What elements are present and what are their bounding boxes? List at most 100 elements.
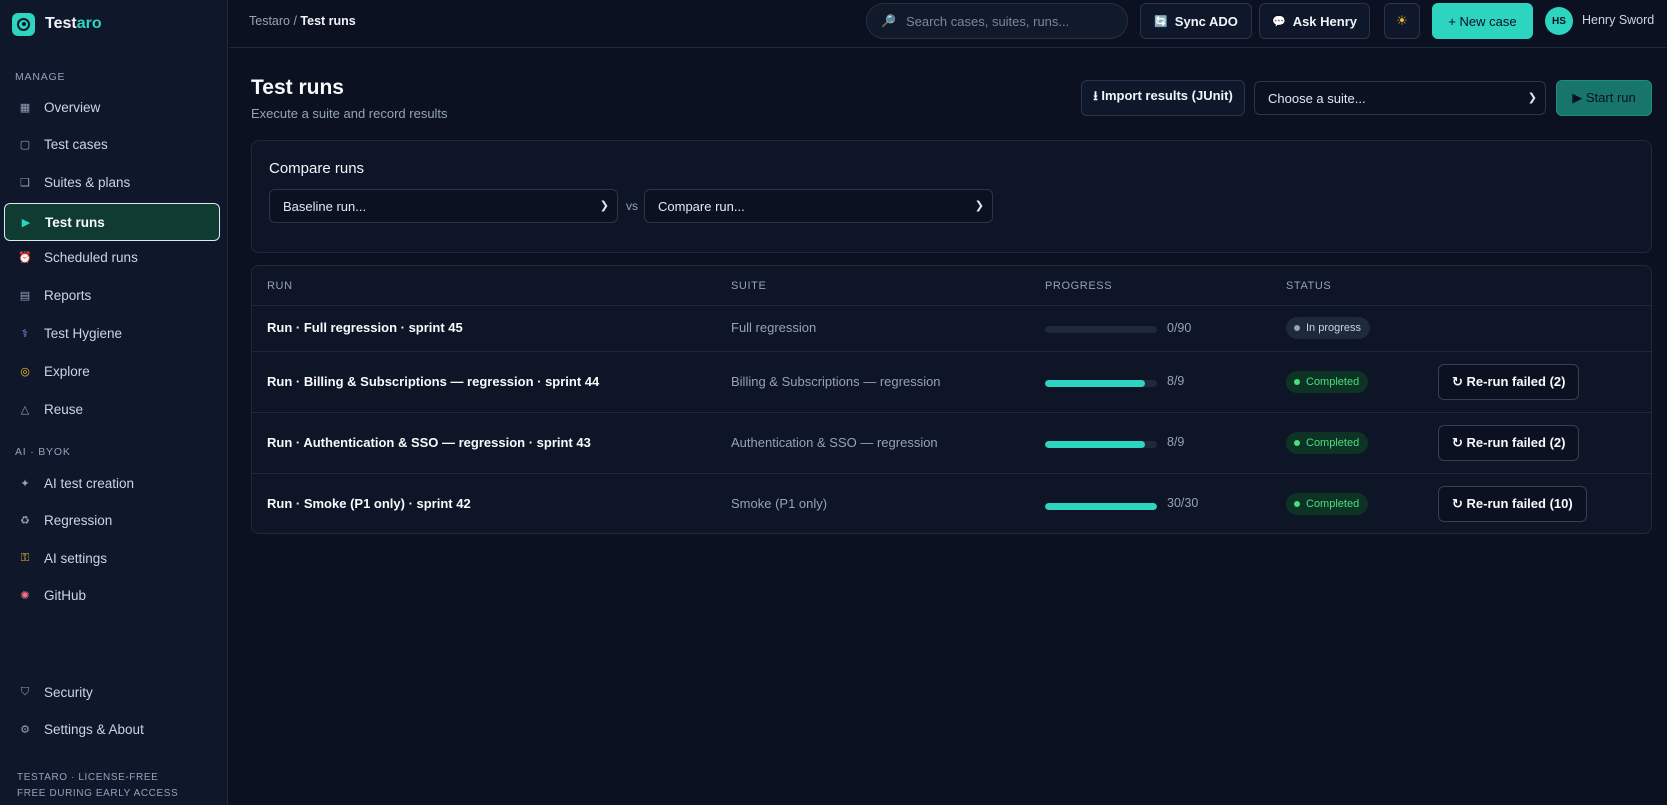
baseline-run-value: Baseline run... [283,198,367,214]
page-title: Test runs [251,76,344,99]
table-row[interactable]: Run · Authentication & SSO — regression … [252,412,1651,473]
sidebar-item-label: GitHub [44,587,87,603]
search-box[interactable]: 🔎 [866,3,1128,39]
progress-count: 8/9 [1167,374,1185,388]
rerun-failed-button[interactable]: ↻ Re-run failed (10) [1438,486,1587,522]
sidebar-item-reports[interactable]: ▤ Reports [4,276,220,314]
table-row[interactable]: Run · Full regression · sprint 45 Full r… [252,305,1651,351]
theme-toggle-button[interactable]: ☀ [1384,3,1420,39]
page-subtitle: Execute a suite and record results [251,106,448,121]
progress-bar [1045,380,1157,387]
sidebar-item-label: Test cases [44,136,108,152]
sidebar-item-test-cases[interactable]: ▢ Test cases [4,125,220,163]
brand-name: Testaro [45,15,102,32]
square-icon: ▢ [19,138,31,151]
import-results-button[interactable]: ⭳ Import results (JUnit) [1081,80,1245,116]
section-label-ai: AI · BYOK [15,446,71,458]
gear-icon: ⚙ [20,723,30,736]
sidebar-item-label: Scheduled runs [44,249,138,265]
user-name[interactable]: Henry Sword [1582,13,1654,27]
table-row[interactable]: Run · Billing & Subscriptions — regressi… [252,351,1651,412]
sidebar-item-label: Reports [44,287,92,303]
stack-icon: ❑ [20,176,30,189]
sidebar-item-label: Settings & About [44,721,144,737]
sidebar-item-label: Explore [44,363,90,379]
sidebar-item-ai-settings[interactable]: ⚿ AI settings [4,539,220,577]
sidebar-item-test-runs[interactable]: ▶ Test runs [4,203,220,241]
brand[interactable]: Testaro [12,12,102,36]
sidebar: Testaro MANAGE ▦ Overview ▢ Test cases ❑ Su… [0,0,228,805]
sync-ado-label: Sync ADO [1174,13,1238,29]
status-dot-icon [1294,501,1300,507]
sync-ado-button[interactable]: 🔄 Sync ADO [1140,3,1252,39]
play-icon: ▶ [21,216,31,229]
runs-table: RUN SUITE PROGRESS STATUS Run · Full reg… [251,265,1652,534]
compare-run-select[interactable]: Compare run... ❯ [644,189,993,223]
sidebar-item-security[interactable]: ⛉ Security [4,673,220,711]
run-name[interactable]: Run · Authentication & SSO — regression … [267,435,591,450]
sidebar-item-github[interactable]: ✺ GitHub [4,576,220,614]
chevron-down-icon: ❯ [1527,92,1537,104]
status-dot-icon [1294,379,1300,385]
chevron-down-icon: ❯ [974,200,984,212]
ask-henry-label: Ask Henry [1292,13,1357,29]
column-header-suite: SUITE [731,280,767,292]
start-run-button[interactable]: ▶ Start run [1556,80,1652,116]
footer-early-access: FREE DURING EARLY ACCESS [17,788,179,799]
run-name[interactable]: Run · Billing & Subscriptions — regressi… [267,374,599,389]
sidebar-item-label: Security [44,684,93,700]
status-badge-label: Completed [1306,376,1360,388]
status-badge-label: Completed [1306,498,1360,510]
sidebar-item-label: Suites & plans [44,174,131,190]
progress-fill [1045,380,1145,387]
chat-bubble-icon: 💬 [1271,15,1286,28]
run-name[interactable]: Run · Smoke (P1 only) · sprint 42 [267,496,471,511]
suite-select[interactable]: Choose a suite... ❯ [1254,81,1546,115]
compass-icon: ◎ [20,365,30,378]
suite-name: Billing & Subscriptions — regression [731,374,941,389]
rerun-failed-button[interactable]: ↻ Re-run failed (2) [1438,425,1580,461]
footer-license: TESTARO · LICENSE-FREE [17,772,159,783]
shield-icon: ⛉ [20,685,30,698]
section-label-manage: MANAGE [15,71,66,83]
progress-count: 30/30 [1167,496,1199,510]
sidebar-item-label: Reuse [44,401,84,417]
suite-name: Full regression [731,320,817,335]
topbar: Testaro / Test runs 🔎 🔄 Sync ADO 💬 Ask Hen… [229,0,1667,48]
sidebar-item-label: Test runs [45,214,105,230]
sidebar-item-label: AI settings [44,550,108,566]
status-badge-label: Completed [1306,437,1360,449]
breadcrumb-root[interactable]: Testaro / [249,14,300,28]
sidebar-item-reuse[interactable]: △ Reuse [4,390,220,428]
status-dot-icon [1294,325,1300,331]
ask-henry-button[interactable]: 💬 Ask Henry [1259,3,1370,39]
search-icon: 🔎 [881,14,896,28]
sidebar-item-label: Overview [44,99,101,115]
sidebar-item-scheduled-runs[interactable]: ⏰ Scheduled runs [4,238,220,276]
sync-icon: 🔄 [1154,15,1168,28]
status-badge: Completed [1286,371,1369,393]
vs-label: vs [626,199,638,213]
sidebar-item-regression[interactable]: ♻ Regression [4,501,220,539]
sidebar-item-explore[interactable]: ◎ Explore [4,352,220,390]
progress-bar [1045,326,1157,333]
status-badge: Completed [1286,432,1369,454]
table-row[interactable]: Run · Smoke (P1 only) · sprint 42 Smoke … [252,473,1651,533]
new-case-button[interactable]: + New case [1432,3,1533,39]
testaro-logo-icon [12,12,35,36]
compare-runs-card: Compare runs Baseline run... ❯ vs Compare… [251,140,1652,253]
compare-runs-title: Compare runs [269,160,365,177]
sidebar-item-test-hygiene[interactable]: ⚕ Test Hygiene [4,314,220,352]
sidebar-item-ai-test-creation[interactable]: ✦ AI test creation [4,464,220,502]
stethoscope-icon: ⚕ [22,327,28,340]
sidebar-item-overview[interactable]: ▦ Overview [4,88,220,126]
key-icon: ⚿ [20,551,30,564]
search-input[interactable] [905,13,1106,29]
run-name[interactable]: Run · Full regression · sprint 45 [267,320,463,335]
status-badge-label: In progress [1306,322,1362,334]
rerun-failed-button[interactable]: ↻ Re-run failed (2) [1438,364,1580,400]
sidebar-item-suites-plans[interactable]: ❑ Suites & plans [4,163,220,201]
baseline-run-select[interactable]: Baseline run... ❯ [269,189,618,223]
sidebar-item-settings-about[interactable]: ⚙ Settings & About [4,710,220,748]
avatar[interactable]: HS [1545,7,1573,35]
